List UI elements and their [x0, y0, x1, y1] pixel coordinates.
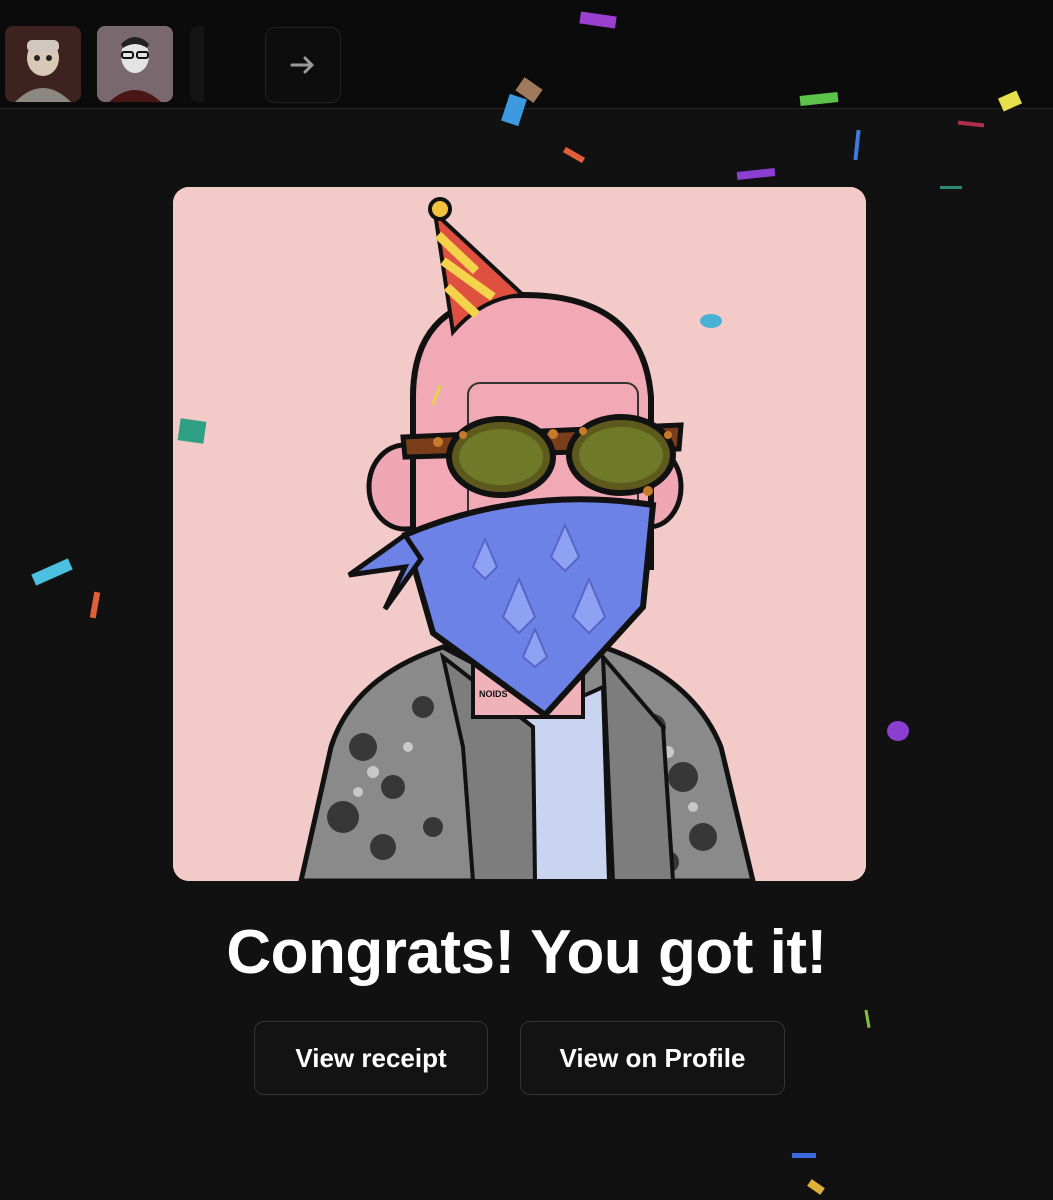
collectible-thumbnail-2[interactable] — [97, 26, 173, 102]
purchase-success-page: NOIDS Congrats! You got it! View receipt… — [0, 0, 1053, 1200]
collectible-thumbnail-1[interactable] — [5, 26, 81, 102]
confetti-piece — [957, 120, 985, 128]
success-headline: Congrats! You got it! — [226, 918, 827, 987]
confetti-piece — [562, 146, 586, 164]
nft-artwork: NOIDS — [173, 187, 866, 881]
confetti-piece — [736, 168, 776, 180]
confetti-piece — [792, 1153, 816, 1158]
view-receipt-button[interactable]: View receipt — [254, 1021, 488, 1095]
confetti-piece — [31, 558, 73, 586]
next-arrow-button[interactable] — [265, 27, 341, 103]
collection-strip — [0, 0, 1053, 109]
confetti-piece — [940, 186, 962, 189]
confetti-piece — [89, 591, 101, 619]
arrow-right-icon — [290, 56, 314, 74]
confetti-piece — [887, 721, 909, 741]
confetti-piece — [853, 129, 861, 161]
view-on-profile-button[interactable]: View on Profile — [520, 1021, 785, 1095]
collectible-thumbnail-3[interactable] — [190, 26, 204, 102]
confetti-piece — [807, 1179, 825, 1195]
confetti-piece — [864, 1009, 871, 1029]
nft-neck-tag: NOIDS — [479, 689, 508, 699]
